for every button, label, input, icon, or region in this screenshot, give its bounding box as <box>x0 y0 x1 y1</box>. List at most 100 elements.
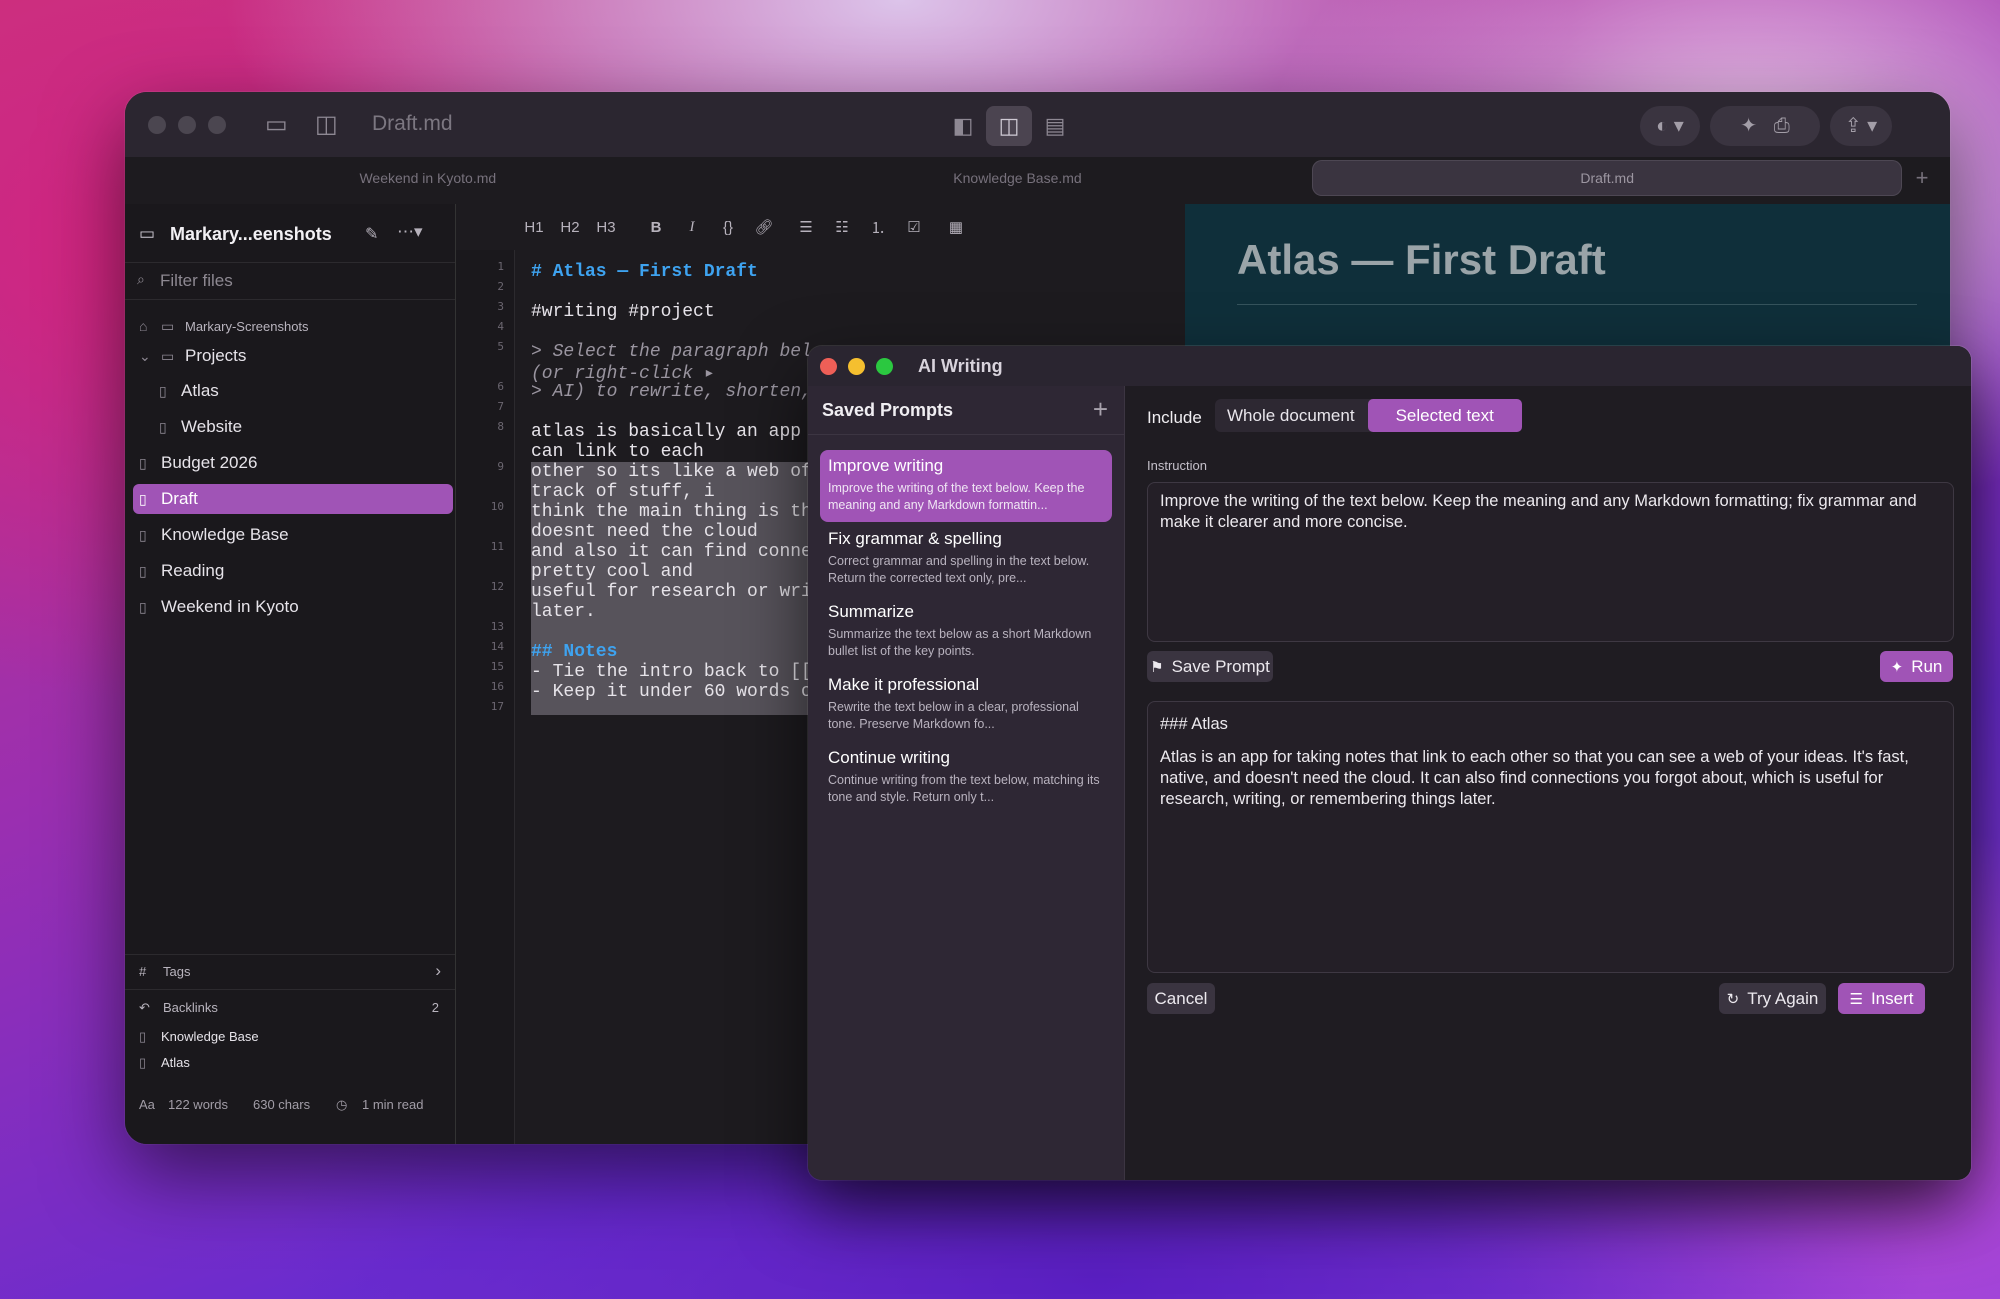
prompt-title: Summarize <box>828 602 914 621</box>
home-icon: ⌂ <box>139 318 148 334</box>
editor-only-icon[interactable]: ◧ <box>940 106 986 146</box>
bullet-list-icon[interactable]: ☷ <box>824 218 860 236</box>
sidebar-item-weekend-in-kyoto[interactable]: ▯ Weekend in Kyoto <box>139 592 299 622</box>
prompt-description: Summarize the text below as a short Mark… <box>828 627 1092 658</box>
ai-title-bar: AI Writing <box>808 346 1971 386</box>
numbered-list-icon[interactable]: ⒈ <box>860 217 896 238</box>
task-list-icon[interactable]: ☑ <box>896 218 932 236</box>
theme-palette-button[interactable]: ◐ ▾ <box>1640 106 1700 146</box>
split-view-icon[interactable]: ◫ <box>986 106 1032 146</box>
tab-knowledge-base[interactable]: Knowledge Base.md <box>723 160 1313 196</box>
line-number: 15 <box>490 660 504 673</box>
prompt-make-professional[interactable]: Make it professional Rewrite the text be… <box>820 669 1112 741</box>
minimize-window-button[interactable] <box>178 116 196 134</box>
prompt-summarize[interactable]: Summarize Summarize the text below as a … <box>820 596 1112 668</box>
sidebar-item-reading[interactable]: ▯ Reading <box>139 556 224 586</box>
insert-button[interactable]: ☰ Insert <box>1838 983 1925 1014</box>
tags-section[interactable]: # Tags › <box>125 954 455 990</box>
saved-prompts-heading: Saved Prompts <box>822 400 954 420</box>
title-bar: ▭ ◫ Draft.md ◧ ◫ ▤ ◐ ▾ ✦ ⎙ ⇪ ▾ <box>125 92 1950 157</box>
new-tab-button[interactable]: + <box>1902 160 1942 196</box>
chevron-down-icon: ⌄ <box>139 348 151 364</box>
insert-icon: ☰ <box>1849 991 1863 1008</box>
file-icon: ▯ <box>159 383 167 399</box>
code-line: ## Notes <box>531 642 618 662</box>
link-icon[interactable]: 🔗︎ <box>746 218 782 236</box>
file-icon: ▯ <box>139 1055 147 1070</box>
line-number: 17 <box>490 700 504 713</box>
ai-print-group[interactable]: ✦ ⎙ <box>1710 106 1820 146</box>
quote-icon[interactable]: ☰ <box>788 218 824 236</box>
add-prompt-button[interactable]: + <box>1093 394 1108 425</box>
bold-button[interactable]: B <box>638 219 674 236</box>
line-number: 7 <box>497 400 504 413</box>
more-options-icon[interactable]: ⋯▾ <box>397 222 423 242</box>
sidebar-item-knowledge-base[interactable]: ▯ Knowledge Base <box>139 520 289 550</box>
line-number: 8 <box>497 420 504 433</box>
sidebar-item-budget-2026[interactable]: ▯ Budget 2026 <box>139 448 257 478</box>
chevron-right-icon: › <box>435 961 441 980</box>
include-whole-document[interactable]: Whole document <box>1215 399 1368 432</box>
sidebar-item-projects[interactable]: ⌄ ▭ Projects <box>139 341 246 371</box>
close-window-button[interactable] <box>820 358 837 375</box>
output-area[interactable]: ### Atlas Atlas is an app for taking not… <box>1147 701 1954 973</box>
backlink-item[interactable]: ▯ Knowledge Base <box>125 1026 455 1046</box>
backlink-icon: ↶ <box>139 1000 150 1015</box>
zoom-window-button[interactable] <box>876 358 893 375</box>
divider <box>808 434 1124 435</box>
h2-button[interactable]: H2 <box>552 219 588 236</box>
instruction-field[interactable]: Improve the writing of the text below. K… <box>1147 482 1954 642</box>
read-time: 1 min read <box>362 1097 424 1112</box>
sidebar-item-atlas[interactable]: ▯ Atlas <box>159 376 219 406</box>
prompt-continue-writing[interactable]: Continue writing Continue writing from t… <box>820 742 1112 814</box>
file-icon: ▯ <box>139 527 147 543</box>
vault-name[interactable]: Markary...eenshots <box>170 224 332 245</box>
sidebar-toggle-icon[interactable]: ◫ <box>315 110 338 139</box>
vault-root[interactable]: ⌂ ▭ Markary-Screenshots <box>139 311 309 341</box>
folder-icon: ▭ <box>161 318 175 334</box>
save-prompt-button[interactable]: ⚑ Save Prompt <box>1147 651 1273 682</box>
h1-button[interactable]: H1 <box>516 219 552 236</box>
table-icon[interactable]: ▦ <box>938 218 974 236</box>
code-line: # Atlas — First Draft <box>531 262 758 282</box>
filter-files[interactable]: ⌕ Filter files <box>125 262 455 300</box>
line-number: 14 <box>490 640 504 653</box>
folder-icon[interactable]: ▭ <box>265 110 288 139</box>
include-selected-text[interactable]: Selected text <box>1367 399 1522 432</box>
prompt-fix-grammar[interactable]: Fix grammar & spelling Correct grammar a… <box>820 523 1112 595</box>
share-button[interactable]: ⇪ ▾ <box>1830 106 1892 146</box>
tab-draft[interactable]: Draft.md <box>1312 160 1903 196</box>
cancel-button[interactable]: Cancel <box>1147 983 1215 1014</box>
italic-button[interactable]: I <box>674 219 710 236</box>
preview-heading: Atlas — First Draft <box>1237 236 1606 283</box>
new-note-icon[interactable]: ✎ <box>365 224 378 244</box>
run-button[interactable]: ✦ Run <box>1880 651 1953 682</box>
line-number: 11 <box>490 540 504 553</box>
preview-only-icon[interactable]: ▤ <box>1032 106 1078 146</box>
refresh-icon: ↻ <box>1726 991 1740 1008</box>
code-button[interactable]: {} <box>710 219 746 236</box>
code-line: and also it can find conne <box>531 542 812 562</box>
sidebar: ▭ Markary...eenshots ✎ ⋯▾ ⌕ Filter files… <box>125 204 456 1144</box>
font-size-toggle[interactable]: Aa <box>139 1097 155 1112</box>
line-number: 10 <box>490 500 504 513</box>
minimize-window-button[interactable] <box>848 358 865 375</box>
sidebar-item-draft[interactable]: ▯ Draft <box>133 484 453 514</box>
tab-weekend-in-kyoto[interactable]: Weekend in Kyoto.md <box>133 160 723 196</box>
code-line: useful for research or wri <box>531 582 812 602</box>
layout-switcher[interactable]: ◧ ◫ ▤ <box>940 106 1078 146</box>
instruction-text: Improve the writing of the text below. K… <box>1160 492 1917 531</box>
zoom-window-button[interactable] <box>208 116 226 134</box>
heading-rule <box>1237 304 1917 305</box>
code-line: - Keep it under 60 words o <box>531 682 812 702</box>
prompt-title: Make it professional <box>828 675 980 694</box>
close-window-button[interactable] <box>148 116 166 134</box>
backlink-item[interactable]: ▯ Atlas <box>125 1052 455 1072</box>
sidebar-item-website[interactable]: ▯ Website <box>159 412 242 442</box>
code-line: #writing #project <box>531 302 715 322</box>
backlinks-count: 2 <box>431 1000 439 1015</box>
try-again-button[interactable]: ↻ Try Again <box>1719 983 1826 1014</box>
h3-button[interactable]: H3 <box>588 219 624 236</box>
window-title: Draft.md <box>372 112 453 135</box>
prompt-improve-writing[interactable]: Improve writing Improve the writing of t… <box>820 450 1112 522</box>
